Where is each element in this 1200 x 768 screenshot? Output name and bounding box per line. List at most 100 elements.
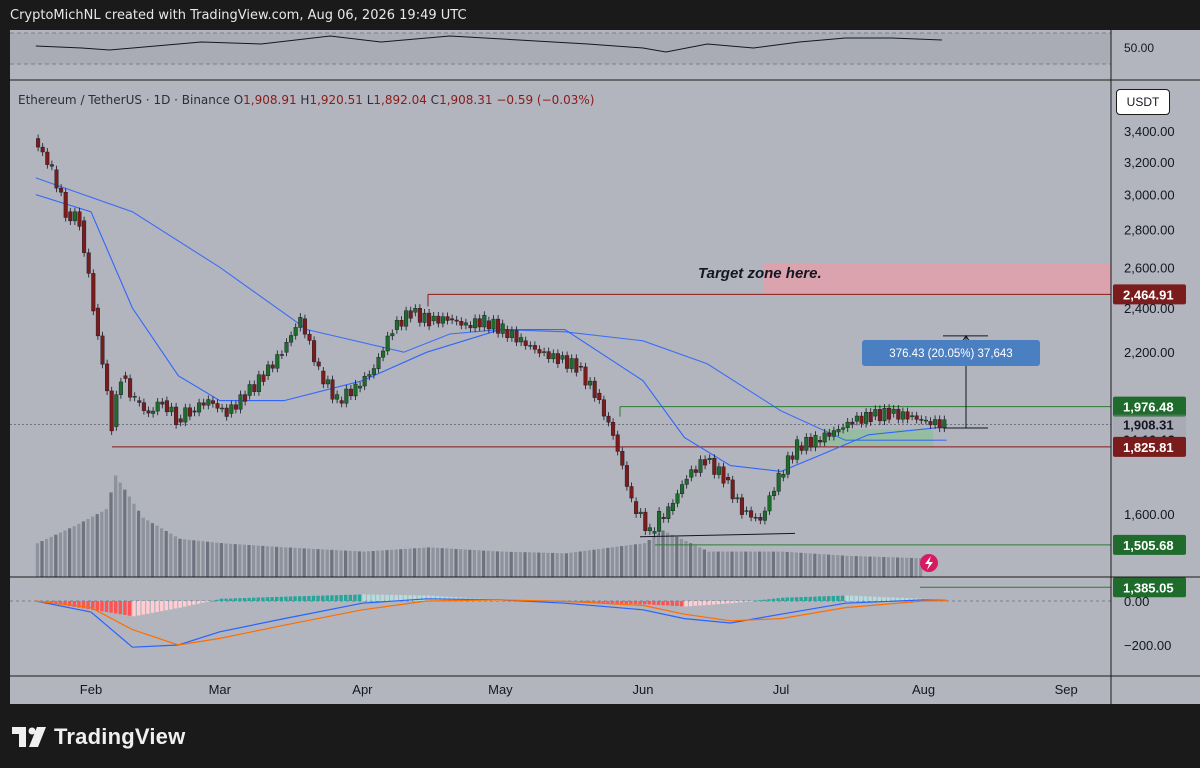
candle-body [555,353,560,365]
macd-histogram-bar [353,594,357,601]
macd-histogram-bar [123,601,127,615]
volume-bar [454,549,458,577]
candle-body [753,517,758,519]
candle-body [859,415,864,424]
candle-body [767,495,772,512]
volume-bar [201,541,205,577]
macd-histogram-bar [316,595,320,601]
volume-bar [725,551,729,577]
volume-bar [836,555,840,577]
volume-bar [164,531,168,577]
volume-bar [873,556,877,577]
candle-body [463,322,468,326]
volume-bar [325,549,329,577]
candle-body [302,318,307,335]
volume-bar [91,516,95,577]
volume-bar [551,552,555,577]
tradingview-logo[interactable]: TradingView [12,724,185,750]
volume-bar [344,550,348,577]
candle-body [376,357,381,369]
volume-bar [666,532,670,577]
candle-body [620,451,625,466]
macd-histogram-bar [859,596,863,601]
macd-histogram-bar [187,601,191,606]
volume-bar [146,520,150,577]
volume-bar [472,550,476,577]
macd-histogram-bar [242,598,247,601]
macd-histogram-bar [210,600,214,602]
macd-histogram-bar [173,601,178,609]
macd-histogram-bar [201,601,205,603]
volume-bar [58,532,62,577]
volume-bar [537,552,541,577]
candle-body [118,381,123,395]
candle-body [390,333,395,337]
price-chart[interactable]: 50.00 2,464.911,976.481,908.3104:10:131,… [0,0,1200,704]
macd-histogram-bar [380,594,385,601]
candle-body [450,318,455,321]
volume-bar [808,553,812,577]
macd-histogram-bar [776,598,780,601]
candle-body [896,408,901,420]
candle-body [716,466,721,475]
macd-histogram-bar [192,601,196,605]
candle-body [459,321,464,326]
macd-histogram-bar [620,601,624,604]
volume-bar [882,557,886,577]
volume-bar [440,548,444,577]
volume-bar [279,547,283,577]
volume-bar [334,550,338,577]
volume-bar [293,547,297,577]
volume-bar [192,540,196,577]
volume-bar [909,557,913,577]
macd-histogram-bar [321,595,325,601]
candle-body [629,486,634,499]
price-tick-label: 2,200.00 [1124,345,1175,360]
candle-body [358,385,363,389]
candle-body [831,430,836,437]
candle-body [523,340,528,346]
volume-bar [413,548,417,577]
candle-body [155,401,160,412]
candle-body [178,418,183,423]
price-level-label: 1,976.48 [1123,400,1174,415]
macd-histogram-bar [730,601,734,604]
candle-body [758,517,763,521]
candle-body [339,400,344,404]
volume-bar [900,557,904,577]
volume-bars [35,475,923,577]
volume-bar [265,546,269,577]
candle-body [91,273,96,312]
candle-body [514,330,519,343]
volume-bar [367,551,371,577]
macd-histogram-bar [794,597,799,601]
candle-body [422,312,427,323]
volume-bar [206,541,210,577]
volume-bar [592,549,596,577]
volume-bar [371,551,375,577]
candle-body [643,511,648,531]
candle-body [261,374,266,382]
macd-histogram-bar [298,596,302,601]
volume-bar [141,517,145,577]
candle-body [785,455,790,475]
macd-histogram-bar [854,595,858,601]
rsi-tick-label: 50.00 [1124,41,1154,55]
volume-bar [252,545,256,577]
candle-body [781,474,786,478]
candle-body [256,374,261,392]
volume-bar [633,544,637,577]
candle-body [583,366,588,386]
macd-histogram-bar [873,596,877,601]
volume-bar [500,551,504,577]
volume-bar [104,509,108,577]
candle-body [40,146,45,153]
macd-histogram-bar [334,595,339,601]
volume-bar [675,536,679,577]
candle-body [284,342,289,353]
macd-histogram-bar [109,601,113,613]
candle-body [891,408,896,414]
macd-histogram-bar [735,601,739,603]
volume-bar [495,551,499,577]
candle-body [141,402,146,411]
